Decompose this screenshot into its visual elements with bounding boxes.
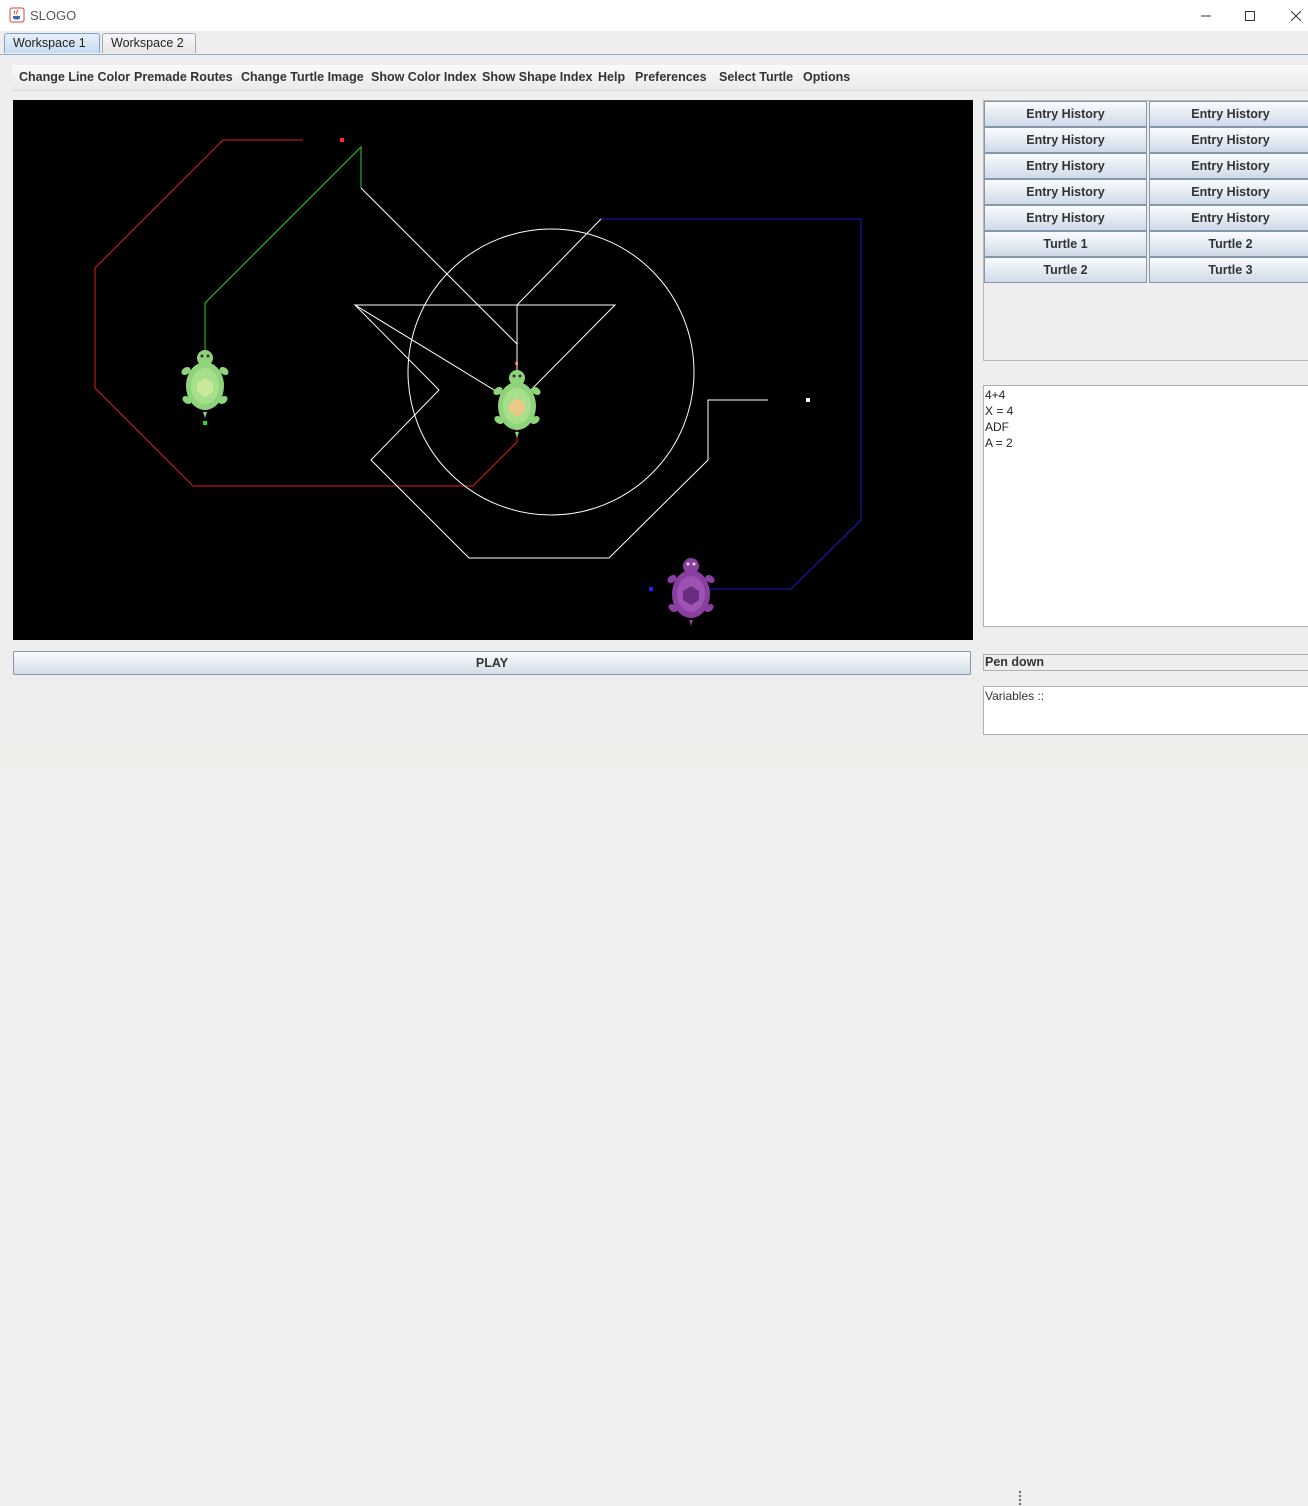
menu-options[interactable]: Options bbox=[803, 70, 850, 84]
minimize-icon bbox=[1201, 15, 1211, 17]
maximize-icon bbox=[1245, 11, 1255, 21]
turtle-2-button[interactable]: Turtle 2 bbox=[984, 257, 1147, 283]
menu-preferences[interactable]: Preferences bbox=[635, 70, 707, 84]
entry-history-button[interactable]: Entry History bbox=[1149, 127, 1308, 153]
maximize-button[interactable] bbox=[1230, 4, 1270, 28]
entry-history-button[interactable]: Entry History bbox=[1149, 179, 1308, 205]
menu-select-turtle[interactable]: Select Turtle bbox=[719, 70, 793, 84]
command-history[interactable]: 4+4 X = 4 ADF A = 2 bbox=[983, 385, 1308, 627]
minimize-button[interactable] bbox=[1186, 4, 1226, 28]
green-pen-marker bbox=[203, 421, 207, 425]
entry-history-button[interactable]: Entry History bbox=[984, 101, 1147, 127]
entry-history-button[interactable]: Entry History bbox=[1149, 101, 1308, 127]
turtle-2-icon[interactable] bbox=[492, 370, 542, 438]
entry-history-button[interactable]: Entry History bbox=[1149, 205, 1308, 231]
turtle-canvas[interactable] bbox=[13, 100, 973, 640]
button-panel: Entry History Entry History Entry Histor… bbox=[983, 100, 1308, 361]
entry-history-button[interactable]: Entry History bbox=[984, 127, 1147, 153]
tab-workspace-2[interactable]: Workspace 2 bbox=[102, 33, 196, 53]
menu-show-shape-index[interactable]: Show Shape Index bbox=[482, 70, 592, 84]
turtle-2-button[interactable]: Turtle 2 bbox=[1149, 231, 1308, 257]
menu-change-line-color[interactable]: Change Line Color bbox=[19, 70, 130, 84]
red-pen-trail bbox=[94, 139, 518, 487]
play-button[interactable]: PLAY bbox=[13, 651, 971, 675]
white-pen-marker bbox=[806, 398, 810, 402]
history-line: A = 2 bbox=[985, 436, 1013, 450]
menu-show-color-index[interactable]: Show Color Index bbox=[371, 70, 477, 84]
desktop-background bbox=[0, 742, 1308, 1506]
window-title: SLOGO bbox=[30, 8, 77, 23]
close-icon bbox=[1290, 10, 1302, 22]
resize-grip-icon[interactable] bbox=[1018, 1490, 1022, 1506]
green-pen-trail bbox=[204, 145, 362, 370]
java-app-icon bbox=[9, 7, 25, 23]
white-pen-trail-diagonal bbox=[360, 187, 518, 345]
history-line: X = 4 bbox=[985, 404, 1014, 418]
turtle-3-button[interactable]: Turtle 3 bbox=[1149, 257, 1308, 283]
history-line: 4+4 bbox=[985, 388, 1006, 402]
entry-history-button[interactable]: Entry History bbox=[1149, 153, 1308, 179]
title-bar: SLOGO bbox=[0, 0, 1308, 31]
menu-bar: Change Line Color Premade Routes Change … bbox=[12, 65, 1308, 91]
entry-history-button[interactable]: Entry History bbox=[984, 153, 1147, 179]
turtle-1-button[interactable]: Turtle 1 bbox=[984, 231, 1147, 257]
close-button[interactable] bbox=[1276, 4, 1308, 28]
white-triangle bbox=[353, 304, 617, 405]
app-window: SLOGO Workspace 1 Workspace 2 Change Lin… bbox=[0, 0, 1308, 743]
history-line: ADF bbox=[985, 420, 1009, 434]
red-pen-marker bbox=[340, 138, 344, 142]
entry-history-button[interactable]: Entry History bbox=[984, 179, 1147, 205]
variables-label: Variables :: bbox=[985, 689, 1045, 703]
menu-change-turtle-image[interactable]: Change Turtle Image bbox=[241, 70, 364, 84]
white-circle bbox=[407, 228, 695, 516]
menu-premade-routes[interactable]: Premade Routes bbox=[134, 70, 233, 84]
turtle-1-icon[interactable] bbox=[180, 350, 230, 418]
pen-status: Pen down bbox=[983, 654, 1308, 671]
tab-workspace-1[interactable]: Workspace 1 bbox=[4, 33, 100, 53]
menu-help[interactable]: Help bbox=[598, 70, 625, 84]
blue-pen-trail bbox=[601, 218, 862, 590]
variables-panel[interactable]: Variables :: bbox=[983, 686, 1308, 735]
blue-pen-marker bbox=[649, 587, 653, 591]
workspace-tabs: Workspace 1 Workspace 2 bbox=[0, 31, 1308, 55]
turtle-3-icon[interactable] bbox=[666, 558, 716, 626]
entry-history-button[interactable]: Entry History bbox=[984, 205, 1147, 231]
white-pen-trail-up bbox=[516, 218, 602, 306]
